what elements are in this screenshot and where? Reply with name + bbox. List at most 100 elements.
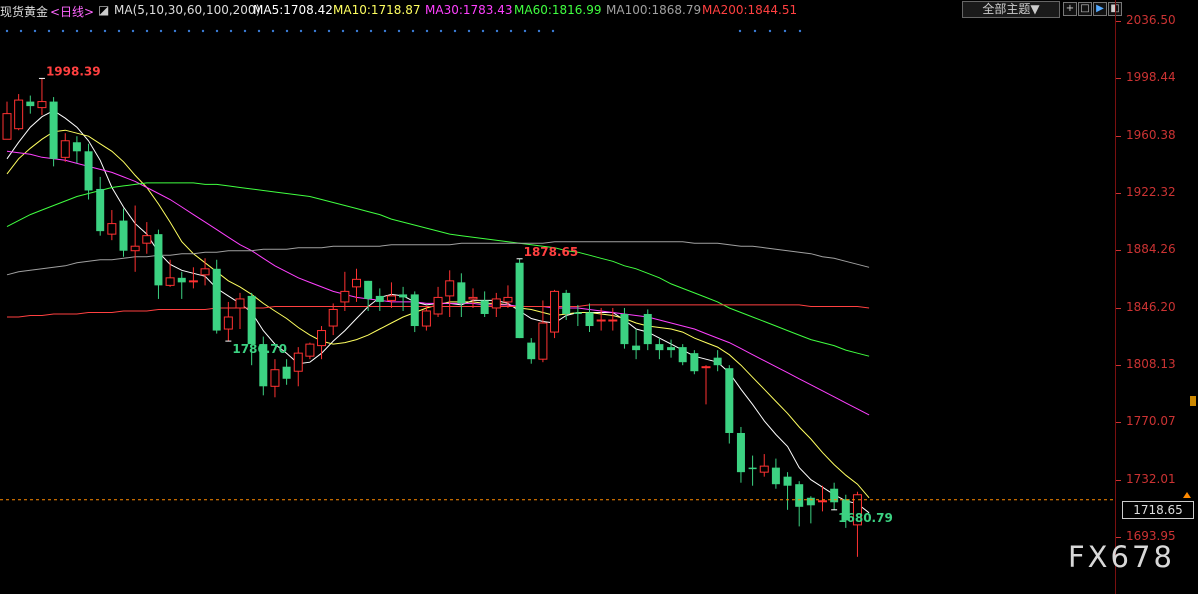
candle-body[interactable] [503,296,513,303]
event-marker-icon[interactable] [313,29,317,33]
event-marker-icon[interactable] [495,29,499,33]
candle-body[interactable] [713,357,722,366]
candle-body[interactable] [386,295,396,301]
candle-body[interactable] [701,366,711,369]
event-marker-icon[interactable] [798,29,802,33]
event-marker-icon[interactable] [327,29,331,33]
candle-body[interactable] [690,353,699,372]
candlestick-chart[interactable]: 1998.39 1786.70 1878.65 1680.79 [0,0,1115,594]
event-marker-icon[interactable] [145,29,149,33]
candle-body[interactable] [2,113,12,140]
candle-body[interactable] [468,296,478,300]
event-marker-icon[interactable] [285,29,289,33]
candle-body[interactable] [771,467,780,485]
candle-body[interactable] [795,484,804,507]
candle-body[interactable] [305,343,315,357]
candle-body[interactable] [223,316,233,330]
candle-body[interactable] [491,298,501,309]
candle-body[interactable] [806,497,815,506]
candle-body[interactable] [270,369,280,387]
candle-body[interactable] [725,368,734,433]
candle-body[interactable] [421,310,431,327]
candle-body[interactable] [235,298,245,309]
event-marker-icon[interactable] [783,29,787,33]
event-marker-icon[interactable] [173,29,177,33]
event-marker-icon[interactable] [523,29,527,33]
event-marker-icon[interactable] [215,29,219,33]
candle-body[interactable] [643,313,652,345]
event-marker-icon[interactable] [299,29,303,33]
candle-body[interactable] [165,277,175,286]
event-marker-icon[interactable] [551,29,555,33]
event-marker-icon[interactable] [89,29,93,33]
event-marker-icon[interactable] [61,29,65,33]
candle-body[interactable] [293,352,303,372]
candle-body[interactable] [247,295,256,345]
candle-body[interactable] [678,347,687,363]
event-marker-icon[interactable] [453,29,457,33]
event-marker-icon[interactable] [537,29,541,33]
event-marker-icon[interactable] [187,29,191,33]
candle-body[interactable] [433,296,443,315]
event-marker-icon[interactable] [411,29,415,33]
candle-body[interactable] [759,465,769,473]
candle-body[interactable] [783,476,792,486]
event-marker-icon[interactable] [341,29,345,33]
candle-body[interactable] [632,345,641,351]
event-marker-icon[interactable] [33,29,37,33]
event-marker-icon[interactable] [5,29,9,33]
candle-body[interactable] [154,234,163,286]
event-marker-icon[interactable] [257,29,261,33]
candle-body[interactable] [107,223,117,235]
candle-body[interactable] [562,292,571,314]
event-marker-icon[interactable] [369,29,373,33]
candle-body[interactable] [364,280,373,299]
candle-body[interactable] [655,344,664,351]
candle-body[interactable] [410,294,419,327]
candle-body[interactable] [596,319,606,322]
event-marker-icon[interactable] [103,29,107,33]
candle-body[interactable] [26,101,35,107]
event-marker-icon[interactable] [19,29,23,33]
event-marker-icon[interactable] [47,29,51,33]
event-marker-icon[interactable] [201,29,205,33]
event-marker-icon[interactable] [159,29,163,33]
candle-body[interactable] [60,140,70,158]
candle-body[interactable] [84,151,93,191]
candle-body[interactable] [620,313,629,345]
candle-body[interactable] [608,319,618,322]
candle-body[interactable] [527,342,536,360]
candle-body[interactable] [457,282,466,304]
event-marker-icon[interactable] [397,29,401,33]
candle-body[interactable] [96,188,105,232]
candle-body[interactable] [119,220,128,251]
candle-body[interactable] [667,347,676,351]
candle-body[interactable] [736,432,745,473]
event-marker-icon[interactable] [355,29,359,33]
candle-body[interactable] [399,294,408,298]
candle-body[interactable] [818,500,827,503]
event-marker-icon[interactable] [229,29,233,33]
event-marker-icon[interactable] [117,29,121,33]
event-marker-icon[interactable] [75,29,79,33]
event-marker-icon[interactable] [481,29,485,33]
candle-body[interactable] [585,312,594,327]
candle-body[interactable] [14,99,24,130]
candle-body[interactable] [142,235,152,244]
candle-body[interactable] [177,277,186,283]
candle-body[interactable] [188,280,198,283]
candle-body[interactable] [130,245,140,252]
candle-body[interactable] [480,300,489,314]
candle-body[interactable] [37,101,47,109]
event-marker-icon[interactable] [131,29,135,33]
event-marker-icon[interactable] [509,29,513,33]
candle-body[interactable] [200,268,210,276]
candle-body[interactable] [445,280,455,297]
candle-body[interactable] [515,262,524,339]
candle-body[interactable] [550,290,560,333]
event-marker-icon[interactable] [738,29,742,33]
candle-body[interactable] [317,330,327,347]
candle-body[interactable] [328,308,338,327]
event-marker-icon[interactable] [467,29,471,33]
candle-body[interactable] [352,278,361,288]
